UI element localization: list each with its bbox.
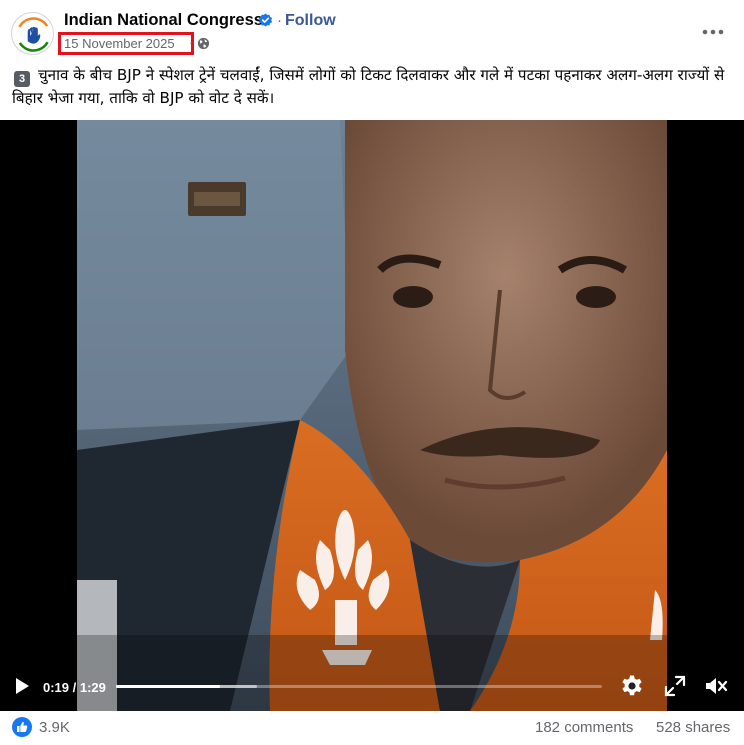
video-frame-image	[0, 120, 744, 711]
follow-button[interactable]: Follow	[285, 12, 336, 30]
mute-icon[interactable]	[704, 675, 728, 697]
fullscreen-icon[interactable]	[664, 675, 686, 697]
date-separator: ·	[189, 35, 194, 50]
page-name-link[interactable]: Indian National Congress	[64, 11, 263, 30]
video-player[interactable]: 0:19 / 1:29	[0, 120, 744, 711]
like-count[interactable]: 3.9K	[39, 719, 70, 736]
more-options-icon[interactable]	[700, 20, 726, 44]
play-icon[interactable]	[12, 676, 32, 696]
like-reaction-icon[interactable]	[12, 717, 32, 737]
post-header: Indian National Congress · Follow 15 Nov…	[0, 0, 744, 64]
shares-count-link[interactable]: 528 shares	[656, 719, 730, 736]
follow-separator: ·	[277, 12, 282, 29]
number-3-badge: 3	[14, 71, 30, 87]
settings-gear-icon[interactable]	[620, 674, 644, 698]
verified-badge-icon	[258, 13, 273, 27]
page-avatar[interactable]	[11, 12, 54, 55]
caption-text: चुनाव के बीच BJP ने स्पेशल ट्रेनें चलवाई…	[12, 66, 725, 107]
video-time: 0:19 / 1:29	[43, 680, 106, 695]
post-footer: 3.9K 182 comments 528 shares	[0, 711, 744, 745]
video-progress-fill	[116, 685, 220, 688]
globe-icon	[197, 37, 210, 50]
comments-count-link[interactable]: 182 comments	[535, 719, 633, 736]
post-date-link[interactable]: 15 November 2025	[64, 36, 175, 51]
video-progress-bar[interactable]	[116, 685, 602, 688]
post-caption: 3 चुनाव के बीच BJP ने स्पेशल ट्रेनें चलवा…	[12, 64, 736, 109]
